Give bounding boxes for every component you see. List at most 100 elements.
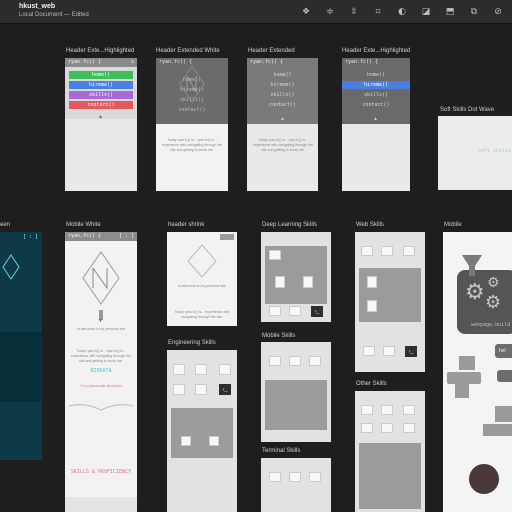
frame-label-header-highlighted[interactable]: Header Exte...Highlighted [66, 48, 134, 54]
skill-card[interactable] [309, 356, 321, 366]
transform-icon[interactable]: ⌗ [372, 6, 384, 18]
frame-mobile-skills[interactable] [261, 342, 331, 442]
skill-card[interactable] [363, 346, 375, 356]
frame-label-web-skills[interactable]: Web Skills [356, 222, 384, 228]
skill-card[interactable] [403, 423, 415, 433]
document-icon[interactable] [303, 276, 313, 288]
frame-mobile-white[interactable]: ryan.fc() { [ : ] ▼ In welcome to my per… [65, 232, 137, 512]
skill-card[interactable] [269, 356, 281, 366]
skill-card[interactable] [361, 405, 373, 415]
menu-hireme-button[interactable]: hireme() [69, 81, 133, 89]
frame-soft-skills[interactable]: soft skills [438, 116, 512, 190]
document-icon[interactable] [209, 436, 219, 446]
menu-home[interactable]: home() [156, 76, 228, 84]
skill-card[interactable] [381, 423, 393, 433]
document-icon[interactable] [367, 276, 377, 288]
distribute-icon[interactable]: ⇳ [348, 6, 360, 18]
frame-label-header-extended[interactable]: Header Extended [248, 48, 295, 54]
frame-label-header-shrink[interactable]: header shrink [168, 222, 204, 228]
menu-skills[interactable]: skills() [156, 96, 228, 104]
frame-label-header-highlighted-2[interactable]: Header Exte...Highlighted [342, 48, 410, 54]
frame-screen-dark[interactable]: [ : ] [0, 232, 42, 460]
link-icon[interactable]: ⊘ [492, 6, 504, 18]
skill-card[interactable] [289, 356, 301, 366]
frame-header-shrink[interactable]: In welcome to my personal site Today rya… [167, 232, 237, 326]
skill-card[interactable] [361, 246, 373, 256]
skill-card[interactable] [269, 472, 281, 482]
menu-home-button[interactable]: home() [69, 71, 133, 79]
frame-label-other-skills[interactable]: Other Skills [356, 381, 387, 387]
menu-hireme-highlighted[interactable]: hireme() [342, 81, 410, 89]
mask-icon[interactable]: ◐ [396, 6, 408, 18]
frame-terminal-skills[interactable] [261, 458, 331, 512]
menu-toggle-icon[interactable]: [ : ] [23, 234, 38, 240]
frame-label-mobile-white[interactable]: Mobile White [66, 222, 101, 228]
terminal-icon[interactable]: ›_ [219, 384, 231, 395]
skill-card[interactable] [269, 306, 281, 316]
document-icon[interactable] [275, 276, 285, 288]
menu-home[interactable]: home() [342, 71, 410, 79]
frame-label-deep-learning-skills[interactable]: Deep Learning Skills [262, 222, 317, 228]
collapse-icon[interactable]: ▲ [280, 116, 285, 122]
frame-label-mobile[interactable]: Mobile [444, 222, 462, 228]
menu-hireme[interactable]: hireme() [247, 81, 318, 89]
align-icon[interactable]: ≑ [324, 6, 336, 18]
skill-card[interactable] [289, 306, 301, 316]
menu-contact[interactable]: contact() [342, 101, 410, 109]
section-heading-biodata: BIODATA [90, 368, 112, 374]
collapse-icon[interactable]: ▲ [98, 114, 103, 120]
frame-mobile-illustration[interactable]: ⚙ ⚙ ⚙ webpage.build hel [443, 232, 512, 512]
terminal-icon[interactable]: ›_ [311, 306, 323, 317]
overflow-icon[interactable]: ⧉ [468, 6, 480, 18]
collapse-icon[interactable]: ▲ [373, 116, 378, 122]
skill-card[interactable] [361, 423, 373, 433]
frame-label-header-extended-white[interactable]: Header Extended White [156, 48, 220, 54]
skill-card[interactable] [381, 246, 393, 256]
menu-hireme[interactable]: hireme() [156, 86, 228, 94]
document-icon[interactable] [367, 300, 377, 312]
frame-label-engineering-skills[interactable]: Engineering Skills [168, 340, 216, 346]
skill-card[interactable] [289, 472, 301, 482]
frame-label-mobile-skills[interactable]: Mobile Skills [262, 333, 295, 339]
skill-card[interactable] [269, 250, 281, 260]
terminal-icon[interactable]: ›_ [405, 346, 417, 357]
skill-card[interactable] [403, 246, 415, 256]
frame-header-highlighted-2[interactable]: ryan.fc() { home() hireme() skills() con… [342, 58, 410, 191]
skill-card[interactable] [195, 364, 207, 375]
menu-toggle-icon[interactable]: [ : ] [119, 233, 134, 239]
close-icon[interactable]: x [131, 59, 134, 65]
skill-card[interactable] [219, 364, 231, 375]
frame-deep-learning-skills[interactable]: ›_ [261, 232, 331, 322]
logo-icon [2, 254, 20, 280]
menu-skills-button[interactable]: skills() [69, 91, 133, 99]
frame-label-terminal-skills[interactable]: Terminal Skills [262, 448, 300, 454]
menu-skills[interactable]: skills() [342, 91, 410, 99]
frame-header-extended[interactable]: ryan.fc() { home() hireme() skills() con… [247, 58, 318, 191]
frame-header-highlighted[interactable]: ryan.fc() { x home() hireme() skills() c… [65, 58, 137, 191]
design-canvas[interactable]: Header Exte...Highlighted ryan.fc() { x … [0, 24, 512, 512]
frame-web-skills[interactable]: ›_ [355, 232, 425, 372]
menu-contact[interactable]: contact() [156, 106, 228, 114]
menu-contact[interactable]: contact() [247, 101, 318, 109]
frame-header-extended-white[interactable]: ryan.fc() { home() hireme() skills() con… [156, 58, 228, 191]
menu-skills[interactable]: skills() [247, 91, 318, 99]
skill-card[interactable] [195, 384, 207, 395]
menu-home[interactable]: home() [247, 71, 318, 79]
skill-card[interactable] [309, 472, 321, 482]
frame-other-skills[interactable] [355, 391, 425, 512]
menu-toggle-button[interactable] [220, 234, 234, 240]
skill-card[interactable] [383, 346, 395, 356]
skill-card[interactable] [403, 405, 415, 415]
export-icon[interactable]: ⬒ [444, 6, 456, 18]
skill-card[interactable] [381, 405, 393, 415]
frame-label-soft-skills[interactable]: Soft Skills Dot Wave [440, 107, 494, 113]
skill-card[interactable] [173, 384, 185, 395]
skill-card[interactable] [173, 364, 185, 375]
collapse-icon[interactable]: ▲ [189, 118, 194, 124]
frame-engineering-skills[interactable]: ›_ [167, 350, 237, 512]
menu-contact-button[interactable]: contact() [69, 101, 133, 109]
frame-label-screen[interactable]: een [0, 222, 10, 228]
document-icon[interactable] [181, 436, 191, 446]
boolean-icon[interactable]: ◪ [420, 6, 432, 18]
component-icon[interactable]: ❖ [300, 6, 312, 18]
